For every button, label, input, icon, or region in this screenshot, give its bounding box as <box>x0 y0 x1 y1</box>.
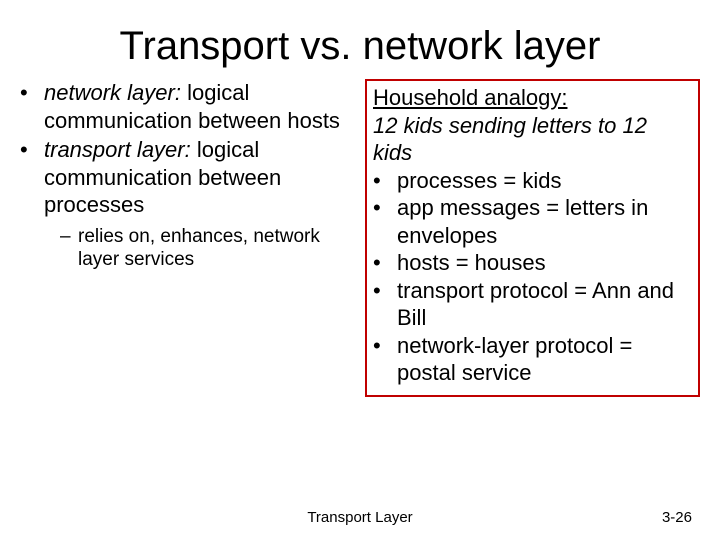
bullet-icon: • <box>373 277 397 332</box>
analogy-heading: Household analogy: <box>373 84 692 112</box>
bullet-text: transport protocol = Ann and Bill <box>397 277 692 332</box>
bullet-item: • transport protocol = Ann and Bill <box>373 277 692 332</box>
left-column: • network layer: logical communication b… <box>20 79 355 397</box>
right-column: Household analogy: 12 kids sending lette… <box>365 79 700 397</box>
bullet-text: network layer: logical communication bet… <box>44 79 355 134</box>
footer-center: Transport Layer <box>0 509 720 526</box>
bullet-icon: • <box>373 194 397 249</box>
bullet-item: • network layer: logical communication b… <box>20 79 355 134</box>
sub-bullet: – relies on, enhances, network layer ser… <box>60 225 355 273</box>
bullet-text: network-layer protocol = postal service <box>397 332 692 387</box>
slide: Transport vs. network layer • network la… <box>0 0 720 540</box>
bullet-item: • processes = kids <box>373 167 692 195</box>
slide-title: Transport vs. network layer <box>0 0 720 79</box>
bullet-icon: • <box>20 136 44 219</box>
bullet-item: • transport layer: logical communication… <box>20 136 355 219</box>
analogy-intro: 12 kids sending letters to 12 kids <box>373 112 692 167</box>
term: transport layer: <box>44 137 191 162</box>
bullet-item: • hosts = houses <box>373 249 692 277</box>
bullet-icon: • <box>373 249 397 277</box>
bullet-text: hosts = houses <box>397 249 692 277</box>
bullet-item: • network-layer protocol = postal servic… <box>373 332 692 387</box>
bullet-text: processes = kids <box>397 167 692 195</box>
dash-icon: – <box>60 225 78 273</box>
bullet-icon: • <box>373 332 397 387</box>
term: network layer: <box>44 80 181 105</box>
content-columns: • network layer: logical communication b… <box>0 79 720 397</box>
sub-bullet-text: relies on, enhances, network layer servi… <box>78 225 355 273</box>
analogy-box: Household analogy: 12 kids sending lette… <box>365 79 700 397</box>
bullet-icon: • <box>373 167 397 195</box>
footer-page-number: 3-26 <box>662 509 692 526</box>
bullet-icon: • <box>20 79 44 134</box>
bullet-text: transport layer: logical communication b… <box>44 136 355 219</box>
bullet-item: • app messages = letters in envelopes <box>373 194 692 249</box>
bullet-text: app messages = letters in envelopes <box>397 194 692 249</box>
